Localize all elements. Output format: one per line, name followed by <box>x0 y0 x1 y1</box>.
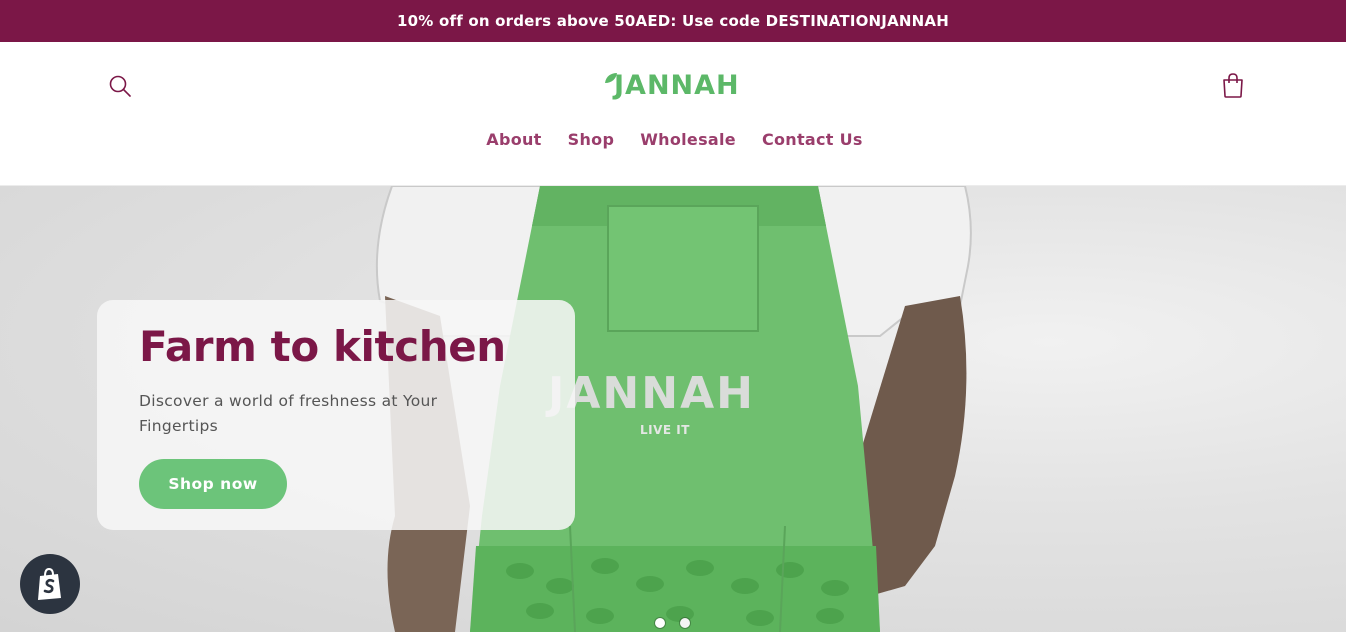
nav-about[interactable]: About <box>486 130 541 149</box>
announcement-text: 10% off on orders above 50AED: Use code … <box>397 12 949 30</box>
nav-contact-us[interactable]: Contact Us <box>762 130 863 149</box>
announcement-bar: 10% off on orders above 50AED: Use code … <box>0 0 1346 42</box>
shop-now-button[interactable]: Shop now <box>139 459 287 509</box>
shopify-badge[interactable] <box>20 554 80 614</box>
search-icon <box>109 75 131 97</box>
main-nav: About Shop Wholesale Contact Us <box>0 130 1346 149</box>
slide-dots <box>655 618 690 628</box>
hero-subheading: Discover a world of freshness at Your Fi… <box>139 392 438 435</box>
slide-dot-2[interactable] <box>680 618 690 628</box>
logo-text: JANNAH <box>614 69 740 101</box>
hero-heading: Farm to kitchen <box>139 322 506 371</box>
search-button[interactable] <box>106 72 134 100</box>
hero-banner: JANNAH LIVE IT Farm to kitchen Discover … <box>0 186 1346 632</box>
hero-card: Farm to kitchen Discover a world of fres… <box>97 300 575 530</box>
apron-brand: JANNAH <box>548 368 755 419</box>
shopify-bag-icon <box>38 567 61 600</box>
apron-pocket <box>607 205 759 332</box>
nav-wholesale[interactable]: Wholesale <box>640 130 736 149</box>
site-header: JANNAH About Shop Wholesale Contact Us <box>0 42 1346 186</box>
nav-shop[interactable]: Shop <box>568 130 615 149</box>
cart-button[interactable] <box>1219 70 1247 100</box>
apron-tagline: LIVE IT <box>640 423 690 437</box>
site-logo[interactable]: JANNAH <box>604 68 740 102</box>
cart-bag-icon <box>1223 73 1243 98</box>
slide-dot-1[interactable] <box>655 618 665 628</box>
